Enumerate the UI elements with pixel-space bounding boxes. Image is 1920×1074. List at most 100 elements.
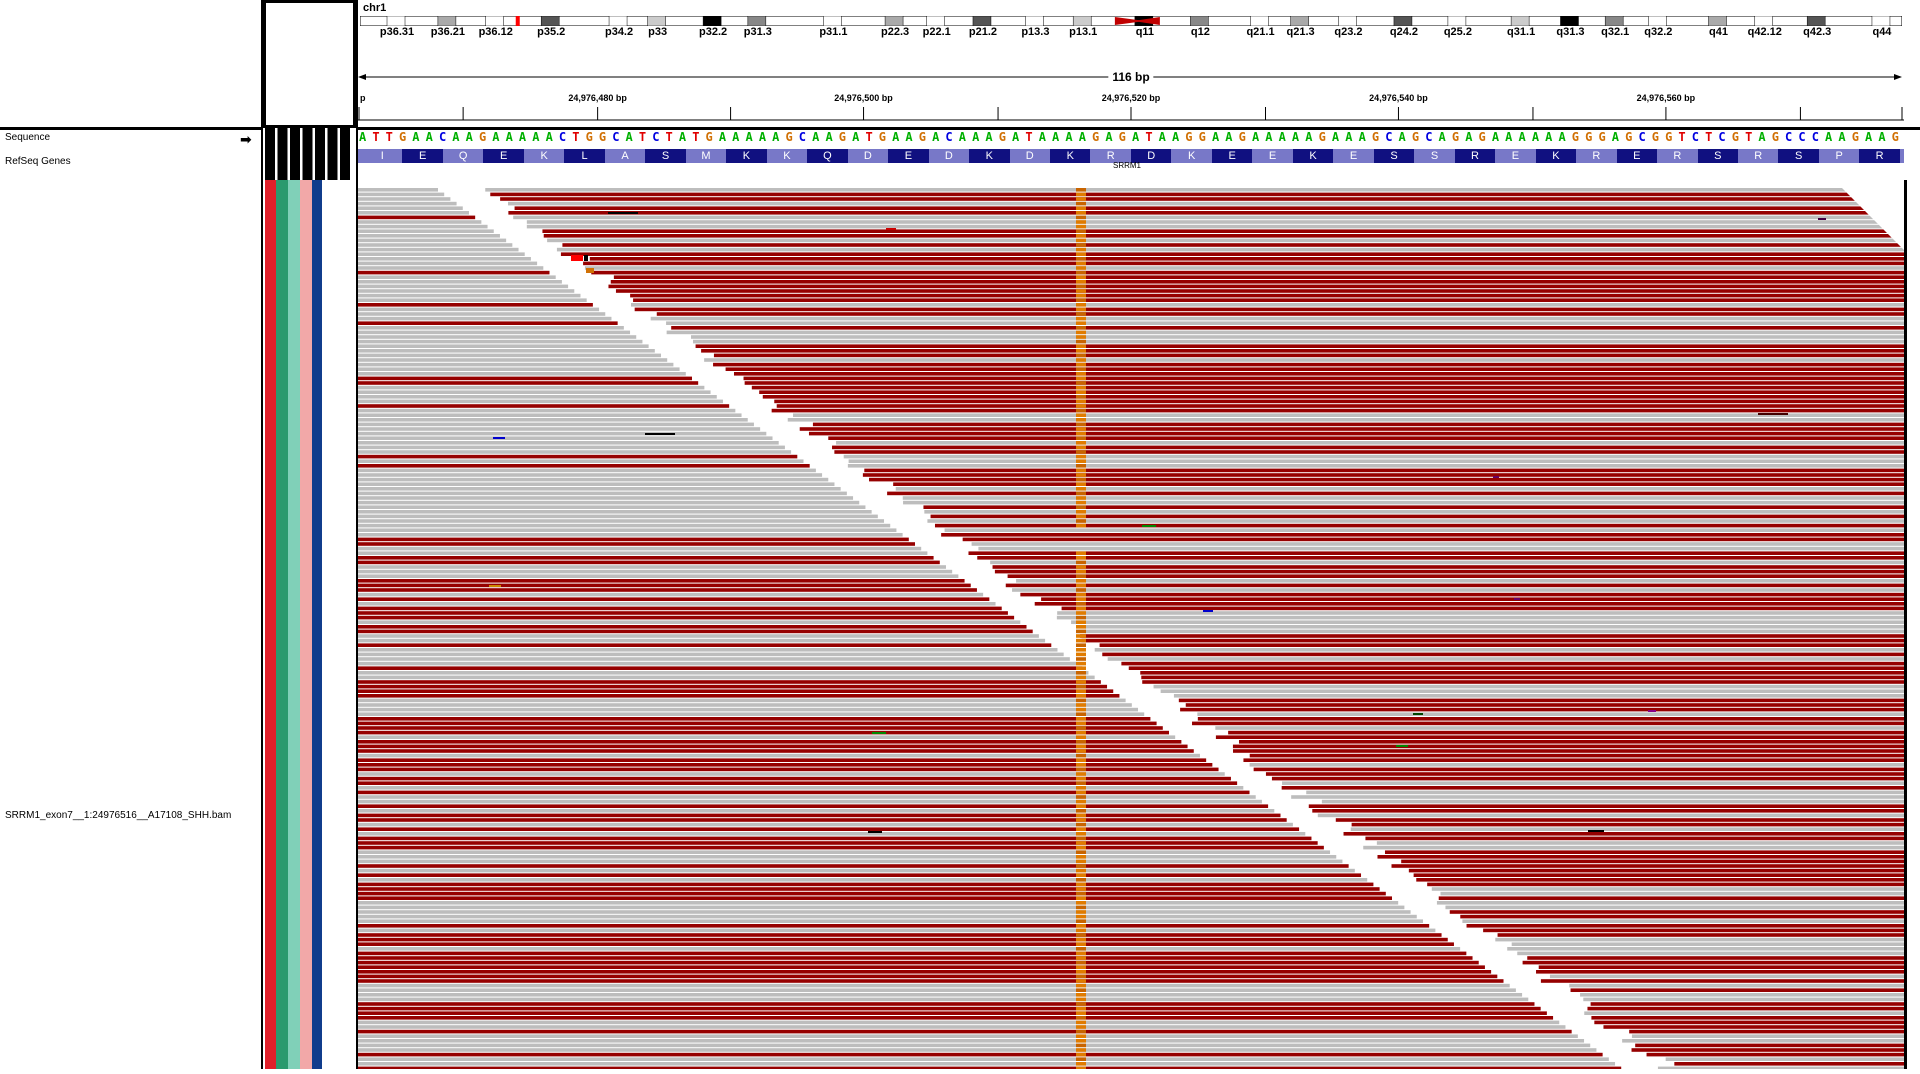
- sequence-base: A: [492, 130, 500, 144]
- alignment-track[interactable]: [358, 180, 1904, 1069]
- sequence-base: G: [1625, 130, 1633, 144]
- ruler-tick-label: 24,976,520 bp: [1101, 93, 1161, 103]
- mismatch-mark: [1413, 713, 1423, 715]
- sequence-base: G: [918, 130, 926, 144]
- sequence-base: T: [692, 130, 700, 144]
- sequence-base: A: [745, 130, 753, 144]
- amino-acid: R: [1859, 149, 1900, 163]
- sequence-base: A: [1158, 130, 1166, 144]
- sequence-base: A: [1225, 130, 1233, 144]
- sequence-base: C: [1425, 130, 1433, 144]
- mismatch-mark: [872, 732, 886, 734]
- amino-acid: E: [483, 149, 524, 163]
- scroll-edge: [1904, 180, 1907, 1069]
- sequence-base: A: [972, 130, 980, 144]
- amino-acid: I: [362, 149, 403, 163]
- amino-acid: K: [726, 149, 767, 163]
- sequence-base: T: [638, 130, 647, 144]
- sequence-base: A: [1465, 130, 1473, 144]
- mismatch-mark: [868, 831, 882, 833]
- sequence-base: C: [798, 130, 807, 144]
- sequence-base: C: [1691, 130, 1699, 144]
- sequence-base: C: [1798, 130, 1806, 144]
- mismatch-mark: [608, 212, 638, 214]
- sequence-base: A: [1265, 130, 1273, 144]
- mismatch-mark: [1493, 476, 1499, 478]
- sequence-base: A: [1531, 130, 1540, 144]
- sequence-base: G: [1238, 130, 1246, 144]
- sequence-base: G: [1371, 130, 1380, 144]
- sequence-base: C: [652, 130, 660, 144]
- sequence-track[interactable]: ATTGAACAAGAAAAACTGGCATCTATGAAAAAGCAAGATG…: [358, 130, 1904, 145]
- sequence-base: G: [478, 130, 487, 144]
- sequence-base: A: [1545, 130, 1553, 144]
- amino-acid: R: [1738, 149, 1779, 163]
- sequence-base: G: [1451, 130, 1460, 144]
- sequence-base: A: [1878, 130, 1886, 144]
- sequence-base: G: [1571, 130, 1580, 144]
- sequence-base: C: [1785, 130, 1793, 144]
- sequence-base: A: [1305, 130, 1313, 144]
- refseq-track-label[interactable]: RefSeq Genes: [5, 156, 71, 167]
- sequence-base: G: [1665, 130, 1673, 144]
- bam-track-label[interactable]: SRRM1_exon7__1:24976516__A17108_SHH.bam: [5, 810, 231, 821]
- sequence-base: A: [1291, 130, 1300, 144]
- ruler-tick-label: 24,976,540 bp: [1369, 93, 1428, 103]
- sequence-base: A: [505, 130, 513, 144]
- sequence-base: A: [1052, 130, 1060, 144]
- sequence-base: A: [1132, 130, 1140, 144]
- strand-arrow-icon[interactable]: ➡: [240, 131, 252, 148]
- amino-acid: S: [1373, 149, 1415, 163]
- sequence-base: A: [985, 130, 993, 144]
- sequence-base: C: [1385, 130, 1393, 144]
- amino-acid: R: [1576, 149, 1617, 163]
- attribute-header: [263, 0, 356, 128]
- track-name-panel: Sequence ➡ RefSeq Genes SRRM1_exon7__1:2…: [0, 0, 263, 1069]
- sequence-base: T: [385, 130, 393, 144]
- sequence-base: G: [1891, 130, 1899, 144]
- attribute-columns[interactable]: [263, 128, 356, 1069]
- sequence-base: C: [438, 130, 447, 144]
- sequence-base: G: [1118, 130, 1126, 144]
- sequence-base: C: [558, 130, 567, 144]
- sequence-base: A: [958, 130, 966, 144]
- mismatch-mark: [493, 437, 505, 439]
- sequence-base: A: [1078, 130, 1086, 144]
- sequence-base: G: [785, 130, 793, 144]
- mismatch-mark: [1514, 598, 1520, 600]
- amino-acid: D: [928, 149, 970, 163]
- amino-acid: D: [847, 149, 889, 163]
- sequence-base: A: [812, 130, 820, 144]
- amino-acid: E: [1252, 149, 1293, 163]
- sequence-base: A: [1825, 130, 1833, 144]
- sequence-base: G: [1651, 130, 1659, 144]
- sequence-base: G: [1478, 130, 1486, 144]
- sequence-base: A: [772, 130, 780, 144]
- sequence-base: C: [945, 130, 953, 144]
- sequence-base: A: [412, 130, 420, 144]
- sequence-base: T: [865, 130, 873, 144]
- sequence-base: A: [1251, 130, 1260, 144]
- attribute-column: [312, 180, 322, 1069]
- amino-acid: L: [564, 149, 605, 163]
- sequence-base: A: [1065, 130, 1073, 144]
- sequence-base: A: [1105, 130, 1113, 144]
- sequence-track-label[interactable]: Sequence: [5, 132, 50, 143]
- mismatch-mark: [1758, 413, 1788, 415]
- amino-acid: Q: [807, 149, 848, 163]
- mismatch-mark: [1818, 218, 1826, 220]
- sequence-base: G: [1318, 130, 1326, 144]
- sequence-base: A: [1865, 130, 1873, 144]
- sequence-base: A: [1345, 130, 1353, 144]
- amino-acid: K: [1050, 149, 1091, 163]
- ruler-edge-label: p: [360, 93, 366, 103]
- ruler-tick-label: 24,976,560 bp: [1636, 93, 1696, 103]
- sequence-base: T: [372, 130, 380, 144]
- attribute-panel: [263, 128, 356, 1069]
- ruler[interactable]: 116 bp p 24,976,480 bp 24,976,500 bp 24,976…: [358, 65, 1904, 125]
- attribute-column: [288, 180, 300, 1069]
- amino-acid: E: [402, 149, 443, 163]
- sequence-base: A: [892, 130, 900, 144]
- mismatch-mark: [1396, 745, 1408, 747]
- amino-acid: K: [1292, 149, 1334, 163]
